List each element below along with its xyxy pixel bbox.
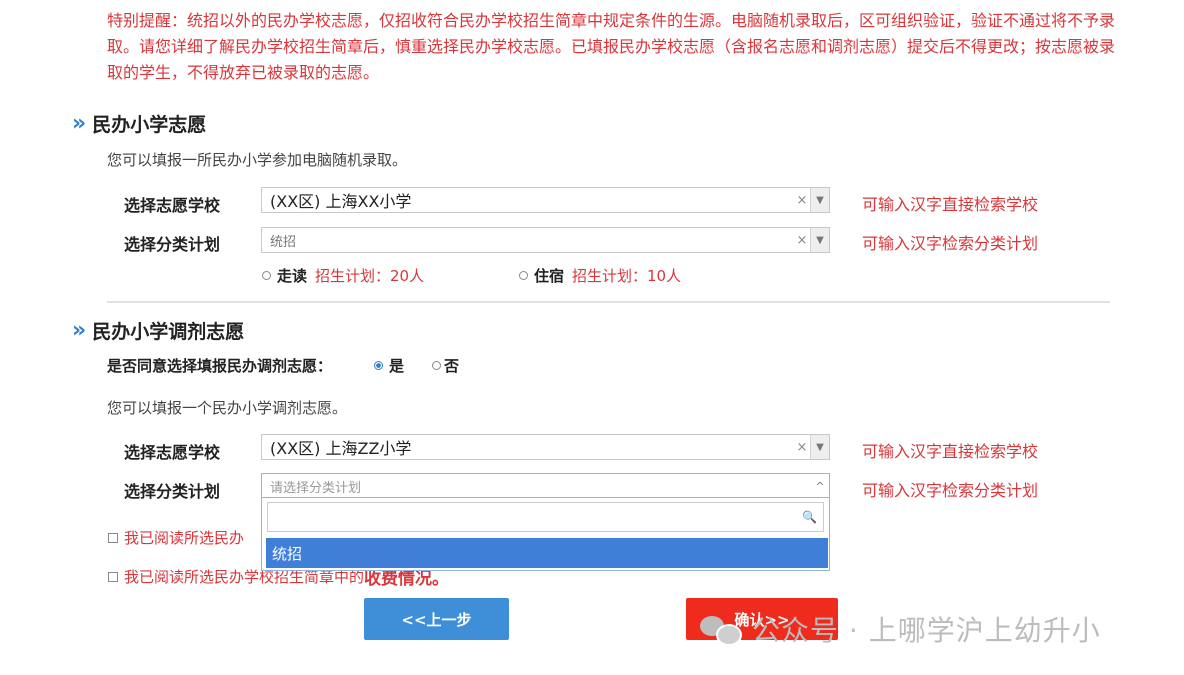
radio-yes[interactable] — [374, 361, 384, 370]
school-label: 选择志愿学校 — [124, 196, 221, 215]
watermark-text: 公众号 · 上哪学沪上幼升小 — [752, 614, 1101, 647]
option-boarding[interactable]: 住宿 招生计划：10人 — [519, 265, 681, 286]
section1-hint: 您可以填报一所民办小学参加电脑随机录取。 — [107, 151, 408, 169]
double-chevron-icon: » — [72, 111, 86, 136]
agree-adjustment-row: 是否同意选择填报民办调剂志愿： 是 否 — [107, 355, 467, 376]
plan-dropdown: 🔍 统招 — [261, 497, 830, 571]
prev-step-button[interactable]: <<上一步 — [364, 598, 509, 640]
plan-select-value: 统招 — [270, 234, 297, 250]
clear-icon[interactable]: × — [794, 440, 810, 455]
plan-side-hint: 可输入汉字检索分类计划 — [862, 234, 1039, 253]
dropdown-option[interactable]: 统招 — [266, 538, 828, 568]
clear-icon[interactable]: × — [794, 233, 810, 248]
option-label: 住宿 — [534, 267, 565, 285]
adj-school-label: 选择志愿学校 — [124, 443, 221, 462]
section-title-adjustment: » 民办小学调剂志愿 — [72, 317, 244, 344]
adj-plan-side-hint: 可输入汉字检索分类计划 — [862, 481, 1039, 500]
section-title-text: 民办小学志愿 — [92, 114, 207, 136]
section-title-private-primary: » 民办小学志愿 — [72, 110, 206, 137]
school-select-value: (XX区) 上海XX小学 — [270, 192, 412, 211]
radio-yes-label[interactable]: 是 — [389, 355, 404, 376]
school-select[interactable]: (XX区) 上海XX小学 × ▼ — [261, 187, 830, 213]
wechat-icon — [700, 614, 742, 646]
consent-checkbox[interactable] — [108, 532, 118, 543]
option-day-student[interactable]: 走读 招生计划：20人 — [262, 265, 424, 286]
radio-no[interactable] — [432, 361, 442, 370]
adj-school-select[interactable]: (XX区) 上海ZZ小学 × ▼ — [261, 434, 830, 460]
chevron-down-icon[interactable]: ▼ — [810, 188, 829, 212]
option-quota: 招生计划：10人 — [572, 267, 682, 285]
adj-plan-select[interactable]: 请选择分类计划 ^ — [261, 473, 830, 499]
consent-checkbox[interactable] — [108, 571, 118, 582]
plan-select[interactable]: 统招 × ▼ — [261, 227, 830, 253]
agree-label: 是否同意选择填报民办调剂志愿： — [107, 357, 333, 375]
search-icon: 🔍 — [802, 510, 817, 524]
adj-plan-placeholder: 请选择分类计划 — [270, 480, 362, 496]
radio-button[interactable] — [519, 271, 528, 280]
double-chevron-icon: » — [72, 318, 86, 343]
section2-hint: 您可以填报一个民办小学调剂志愿。 — [107, 399, 348, 417]
radio-no-label[interactable]: 否 — [444, 355, 459, 376]
adj-plan-label: 选择分类计划 — [124, 482, 221, 501]
school-side-hint: 可输入汉字直接检索学校 — [862, 195, 1039, 214]
special-notice: 特别提醒：统招以外的民办学校志愿，仅招收符合民办学校招生简章中规定条件的生源。电… — [107, 11, 1116, 82]
adj-school-side-hint: 可输入汉字直接检索学校 — [862, 442, 1039, 461]
consent-text: 我已阅读所选民办 — [124, 529, 245, 547]
clear-icon[interactable]: × — [794, 193, 810, 208]
divider — [107, 301, 1110, 303]
wechat-watermark: 公众号 · 上哪学沪上幼升小 — [700, 609, 1101, 649]
plan-label: 选择分类计划 — [124, 235, 221, 254]
consent-row-1[interactable]: 我已阅读所选民办 — [108, 527, 244, 548]
option-label: 走读 — [277, 267, 308, 285]
chevron-down-icon[interactable]: ▼ — [810, 435, 829, 459]
option-quota: 招生计划：20人 — [315, 267, 425, 285]
adj-school-select-value: (XX区) 上海ZZ小学 — [270, 439, 412, 458]
radio-button[interactable] — [262, 271, 271, 280]
chevron-up-icon[interactable]: ^ — [811, 480, 829, 493]
chevron-down-icon[interactable]: ▼ — [810, 228, 829, 252]
section-title-text: 民办小学调剂志愿 — [92, 321, 245, 343]
dropdown-search-input[interactable]: 🔍 — [267, 502, 824, 532]
